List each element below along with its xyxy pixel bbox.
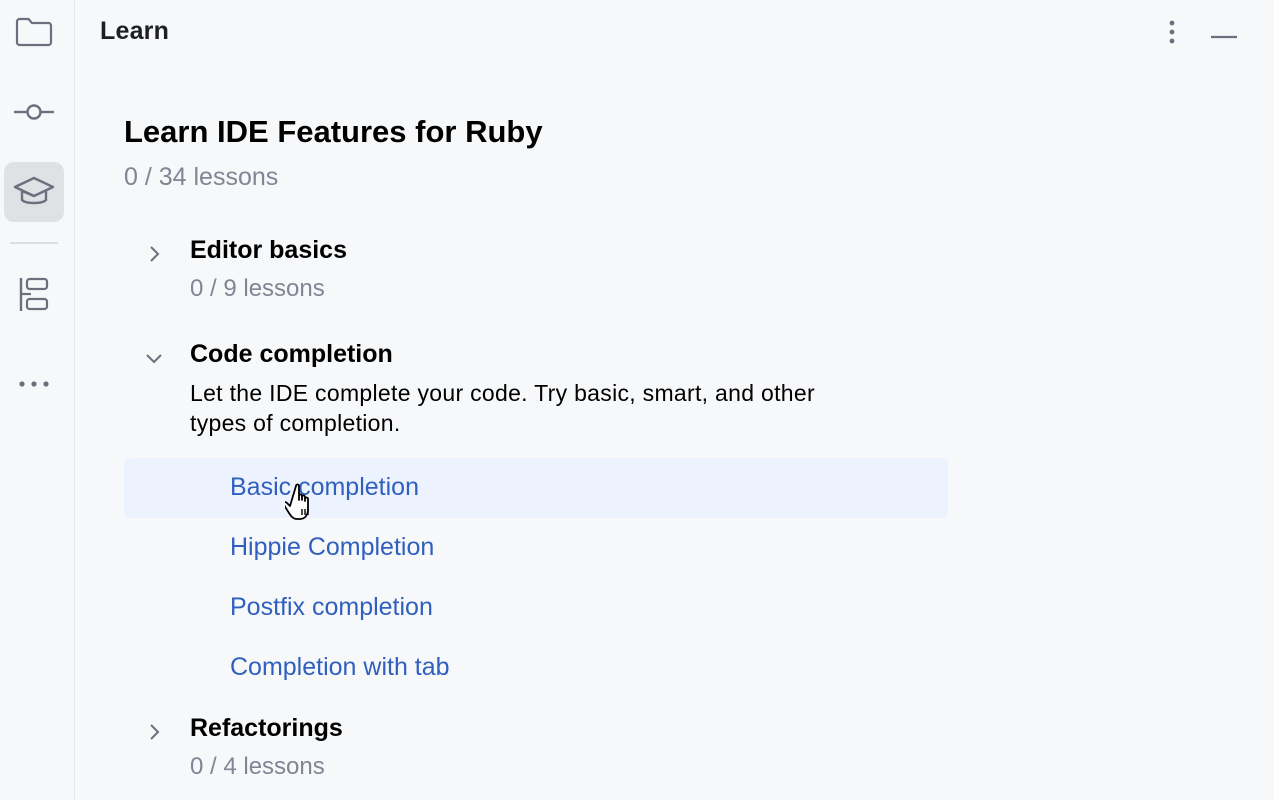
chevron-right-icon — [150, 246, 160, 262]
structure-icon — [19, 277, 49, 311]
expand-editor-basics[interactable] — [144, 244, 164, 264]
module-description-line: types of completion. — [190, 410, 401, 436]
module-description-line: Let the IDE complete your code. Try basi… — [190, 380, 815, 406]
folder-icon — [15, 17, 53, 47]
commit-tool-button[interactable] — [4, 82, 64, 142]
collapse-code-completion[interactable] — [144, 348, 164, 368]
chevron-down-icon — [146, 354, 162, 364]
vertical-ellipsis-icon — [1169, 20, 1175, 44]
more-horizontal-icon — [19, 381, 49, 387]
minimize-button[interactable] — [1204, 12, 1244, 52]
module-progress: 0 / 4 lessons — [190, 753, 325, 780]
options-button[interactable] — [1152, 12, 1192, 52]
structure-tool-button[interactable] — [4, 264, 64, 324]
module-title[interactable]: Code completion — [190, 340, 393, 369]
expand-refactorings[interactable] — [144, 722, 164, 742]
module-description: Let the IDE complete your code. Try basi… — [190, 378, 910, 438]
lesson-completion-with-tab[interactable]: Completion with tab — [230, 653, 450, 682]
learn-tool-button[interactable] — [4, 162, 64, 222]
tool-separator — [10, 242, 58, 244]
learn-tool-window: Learn Learn IDE Features for Ruby 0 / 34… — [0, 0, 1274, 800]
minimize-icon — [1211, 35, 1237, 39]
more-tools-button[interactable] — [4, 344, 64, 404]
panel-title: Learn — [100, 17, 170, 45]
project-tool-button[interactable] — [4, 2, 64, 62]
tool-strip — [0, 0, 75, 800]
lesson-postfix-completion[interactable]: Postfix completion — [230, 593, 433, 622]
course-progress: 0 / 34 lessons — [124, 163, 279, 191]
module-title[interactable]: Editor basics — [190, 236, 347, 265]
lesson-hippie-completion[interactable]: Hippie Completion — [230, 533, 434, 562]
commit-icon — [14, 104, 54, 120]
module-title[interactable]: Refactorings — [190, 714, 343, 743]
lesson-basic-completion[interactable]: Basic completion — [230, 473, 419, 502]
module-progress: 0 / 9 lessons — [190, 275, 325, 302]
chevron-right-icon — [150, 724, 160, 740]
graduation-cap-icon — [13, 176, 55, 205]
course-title: Learn IDE Features for Ruby — [124, 114, 543, 149]
